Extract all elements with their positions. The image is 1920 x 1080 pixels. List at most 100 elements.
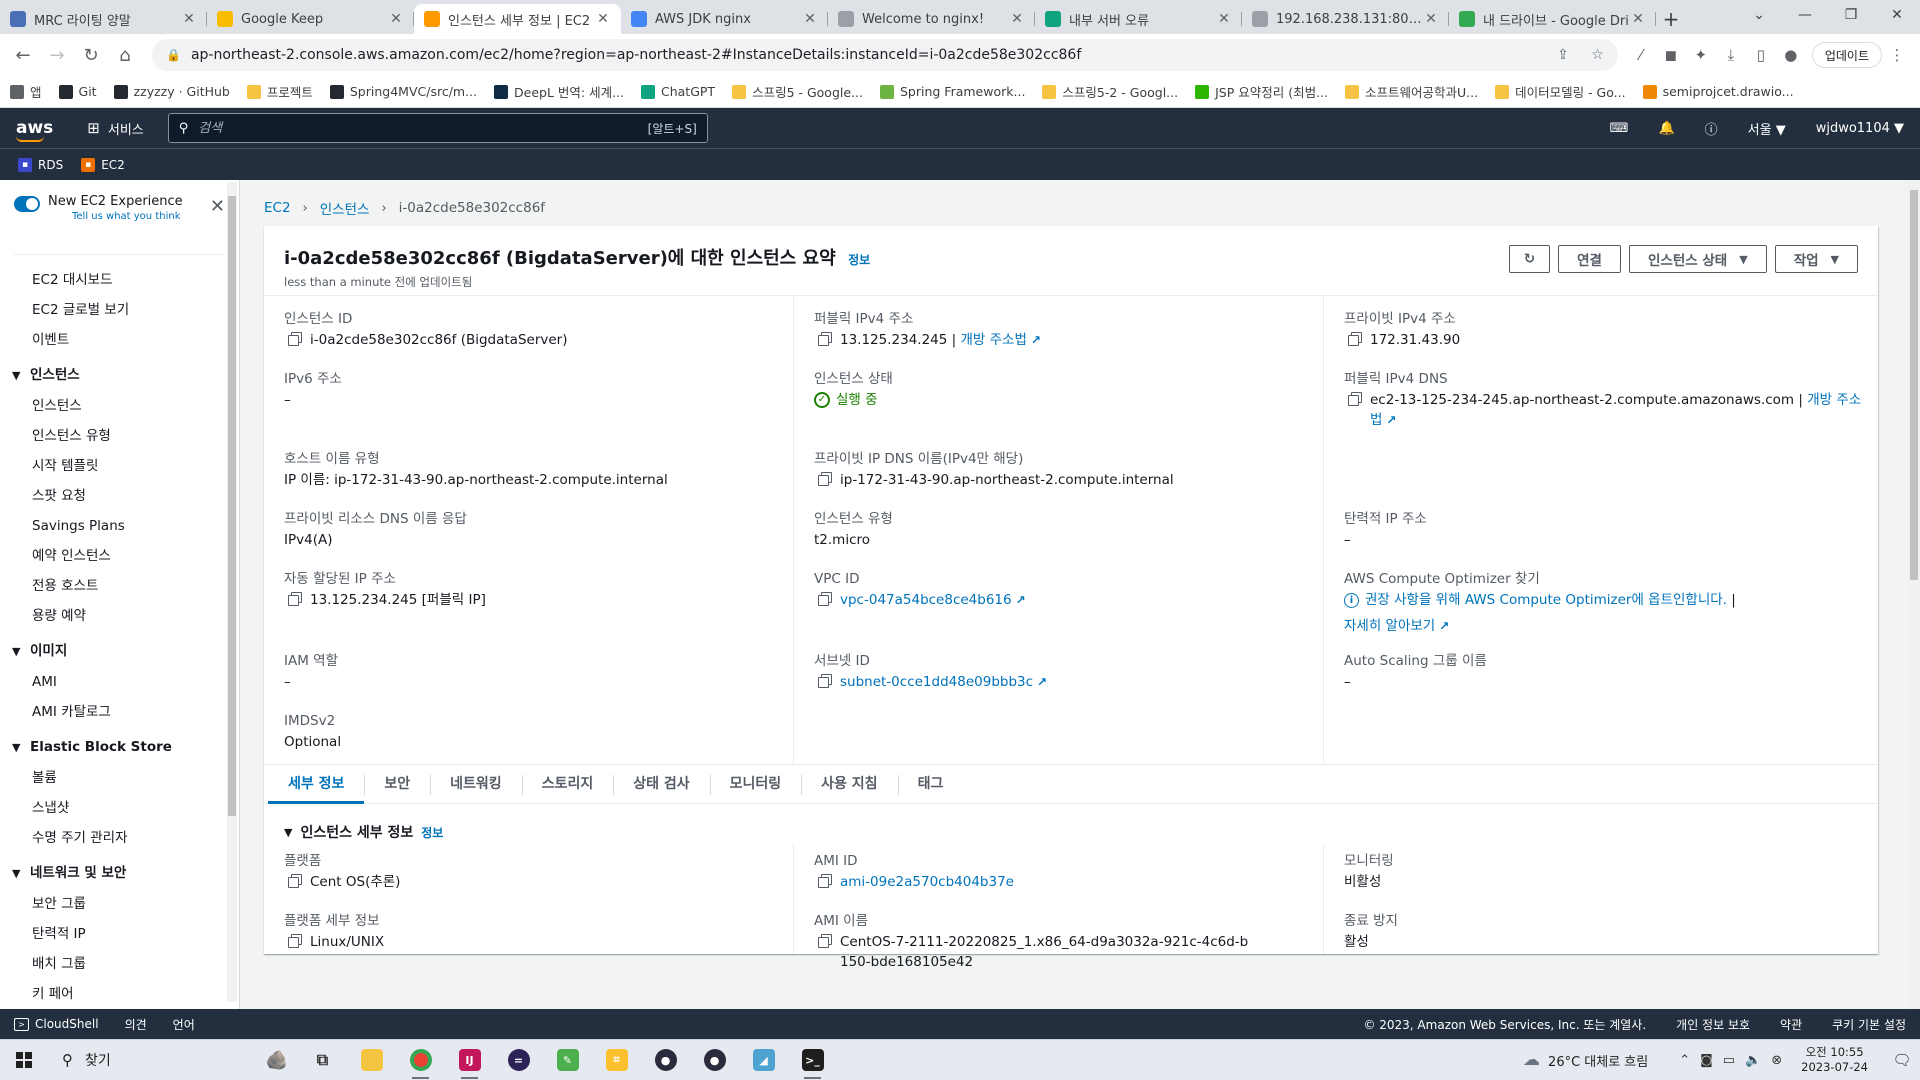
browser-tab[interactable]: Google Keep ✕: [207, 4, 414, 34]
breadcrumb-instances[interactable]: 인스턴스: [320, 198, 370, 218]
tab-detail[interactable]: 상태 검사: [613, 765, 709, 803]
tab-detail[interactable]: 사용 지침: [801, 765, 897, 803]
copy-icon[interactable]: [818, 332, 832, 346]
cloudshell-button[interactable]: > CloudShell: [14, 1017, 99, 1031]
terms-link[interactable]: 약관: [1780, 1016, 1802, 1033]
browser-tab[interactable]: 내 드라이브 - Google Dri ✕: [1449, 4, 1656, 34]
aws-search-input[interactable]: [198, 120, 648, 136]
tab-detail[interactable]: 네트워킹: [430, 765, 522, 803]
browser-tab[interactable]: 내부 서버 오류 ✕: [1035, 4, 1242, 34]
clock[interactable]: 오전 10:55 2023-07-24: [1801, 1045, 1868, 1075]
sidebar-section[interactable]: ▼ 이미지: [0, 635, 239, 667]
browser-menu-icon[interactable]: ⋮: [1882, 46, 1912, 64]
learn-more-link[interactable]: 자세히 알아보기: [1344, 616, 1435, 636]
update-button[interactable]: 업데이트: [1811, 42, 1882, 68]
weather-widget[interactable]: ☁ 26°C 대체로 흐림: [1523, 1050, 1648, 1070]
open-address-link[interactable]: 개방 주소: [1807, 392, 1861, 408]
tab-detail[interactable]: 모니터링: [709, 765, 802, 803]
minimize-button[interactable]: —: [1782, 0, 1828, 30]
sidebar-item[interactable]: Savings Plans: [0, 511, 239, 541]
sidebar-item[interactable]: 예약 인스턴스: [0, 541, 239, 571]
copy-icon[interactable]: [818, 592, 832, 606]
sidebar-scroll-thumb[interactable]: [228, 196, 236, 816]
sidebar-item[interactable]: AMI: [0, 667, 239, 697]
bookmark-item[interactable]: 데이터모델링 - Go...: [1495, 82, 1626, 101]
optimizer-opt-in-link[interactable]: 권장 사항을 위해 AWS Compute Optimizer에 옵트인합니다.: [1365, 592, 1727, 608]
copy-icon[interactable]: [818, 934, 832, 948]
instance-state-button[interactable]: 인스턴스 상태 ▼: [1628, 245, 1767, 273]
details-info-link[interactable]: 정보: [421, 824, 443, 841]
copy-icon[interactable]: [1348, 392, 1362, 406]
sidebar-item[interactable]: 용량 예약: [0, 601, 239, 631]
services-menu[interactable]: ⊞ 서비스: [87, 119, 143, 138]
sidebar-item[interactable]: 시작 템플릿: [0, 451, 239, 481]
bookmark-item[interactable]: semiprojcet.drawio...: [1642, 84, 1794, 99]
sidebar-item[interactable]: 배치 그룹: [0, 949, 239, 979]
tab-detail[interactable]: 태그: [897, 765, 964, 803]
close-tab-icon[interactable]: ✕: [802, 11, 818, 27]
volume-icon[interactable]: 🔈: [1745, 1053, 1761, 1068]
taskbar-app-blue[interactable]: ◢: [739, 1040, 788, 1080]
tab-detail[interactable]: 세부 정보: [268, 765, 365, 804]
taskbar-chrome[interactable]: [396, 1040, 445, 1080]
taskbar-search[interactable]: ⚲ 찾기 🪨: [48, 1040, 298, 1080]
sidebar-item[interactable]: 스팟 요청: [0, 481, 239, 511]
taskbar-obs-1[interactable]: ●: [641, 1040, 690, 1080]
favorite-ec2[interactable]: ▪ EC2: [81, 157, 125, 172]
cookie-preferences-link[interactable]: 쿠키 기본 설정: [1832, 1016, 1906, 1033]
taskbar-app-yellow[interactable]: ⌗: [592, 1040, 641, 1080]
copy-icon[interactable]: [818, 472, 832, 486]
close-window-button[interactable]: ✕: [1874, 0, 1920, 30]
start-button[interactable]: [0, 1040, 48, 1080]
bookmark-item[interactable]: zzyzzy · GitHub: [113, 84, 230, 99]
bookmark-item[interactable]: ChatGPT: [640, 84, 715, 99]
sidebar-item[interactable]: 이벤트: [0, 325, 239, 355]
bookmark-item[interactable]: Spring4MVC/src/m...: [329, 84, 477, 99]
close-tab-icon[interactable]: ✕: [595, 11, 611, 27]
address-bar[interactable]: 🔒 ap-northeast-2.console.aws.amazon.com/…: [152, 39, 1618, 71]
copy-icon[interactable]: [818, 874, 832, 888]
tab-detail[interactable]: 보안: [364, 765, 430, 803]
sidebar-item[interactable]: 보안 그룹: [0, 889, 239, 919]
open-address-link[interactable]: 개방 주소법: [961, 330, 1027, 350]
browser-tab[interactable]: MRC 라이팅 양말 ✕: [0, 4, 207, 34]
sidebar-item[interactable]: EC2 글로벌 보기: [0, 295, 239, 325]
main-scrollbar[interactable]: [1908, 180, 1920, 1009]
taskbar-terminal[interactable]: >_: [788, 1040, 837, 1080]
browser-tab[interactable]: AWS JDK nginx ✕: [621, 4, 828, 34]
sidebar-item[interactable]: 스냅샷: [0, 793, 239, 823]
privacy-link[interactable]: 개인 정보 보호: [1676, 1016, 1750, 1033]
bookmark-item[interactable]: JSP 요약정리 (최범...: [1195, 82, 1328, 101]
sidebar-section[interactable]: ▼ 인스턴스: [0, 359, 239, 391]
instance-details-heading[interactable]: ▼ 인스턴스 세부 정보 정보: [284, 822, 443, 842]
restore-button[interactable]: ❐: [1828, 0, 1874, 30]
bookmark-item[interactable]: 앱: [10, 82, 42, 101]
extensions-puzzle-icon[interactable]: ✦: [1686, 46, 1716, 64]
notification-icon[interactable]: 🗨: [1884, 1051, 1920, 1069]
sidebar-item[interactable]: AMI 카탈로그: [0, 697, 239, 727]
sidebar-item[interactable]: 볼륨: [0, 763, 239, 793]
copy-icon[interactable]: [288, 332, 302, 346]
copy-icon[interactable]: [288, 874, 302, 888]
copy-icon[interactable]: [288, 592, 302, 606]
new-tab-button[interactable]: +: [1656, 4, 1686, 34]
status-error-icon[interactable]: ⊗: [1771, 1053, 1782, 1068]
favorite-rds[interactable]: ▪ RDS: [18, 157, 63, 172]
notifications-bell-icon[interactable]: 🔔: [1658, 121, 1674, 136]
taskbar-intellij[interactable]: IJ: [445, 1040, 494, 1080]
browser-tab[interactable]: 인스턴스 세부 정보 | EC2 ✕: [414, 4, 621, 34]
sidebar-item[interactable]: 인스턴스: [0, 391, 239, 421]
copy-icon[interactable]: [1348, 332, 1362, 346]
tab-detail[interactable]: 스토리지: [521, 765, 614, 803]
sidebar-scrollbar[interactable]: [227, 182, 237, 1002]
breadcrumb-ec2[interactable]: EC2: [264, 200, 291, 216]
bookmark-star-icon[interactable]: ☆: [1591, 47, 1604, 63]
network-icon[interactable]: ▭: [1723, 1053, 1735, 1068]
taskbar-file-explorer[interactable]: [347, 1040, 396, 1080]
region-selector[interactable]: 서울 ▼: [1748, 119, 1786, 138]
download-icon[interactable]: ⤓: [1716, 46, 1746, 64]
main-scroll-thumb[interactable]: [1910, 190, 1918, 580]
tab-search-icon[interactable]: ⌄: [1736, 0, 1782, 30]
bookmark-item[interactable]: 프로젝트: [246, 82, 313, 101]
close-tab-icon[interactable]: ✕: [1009, 11, 1025, 27]
